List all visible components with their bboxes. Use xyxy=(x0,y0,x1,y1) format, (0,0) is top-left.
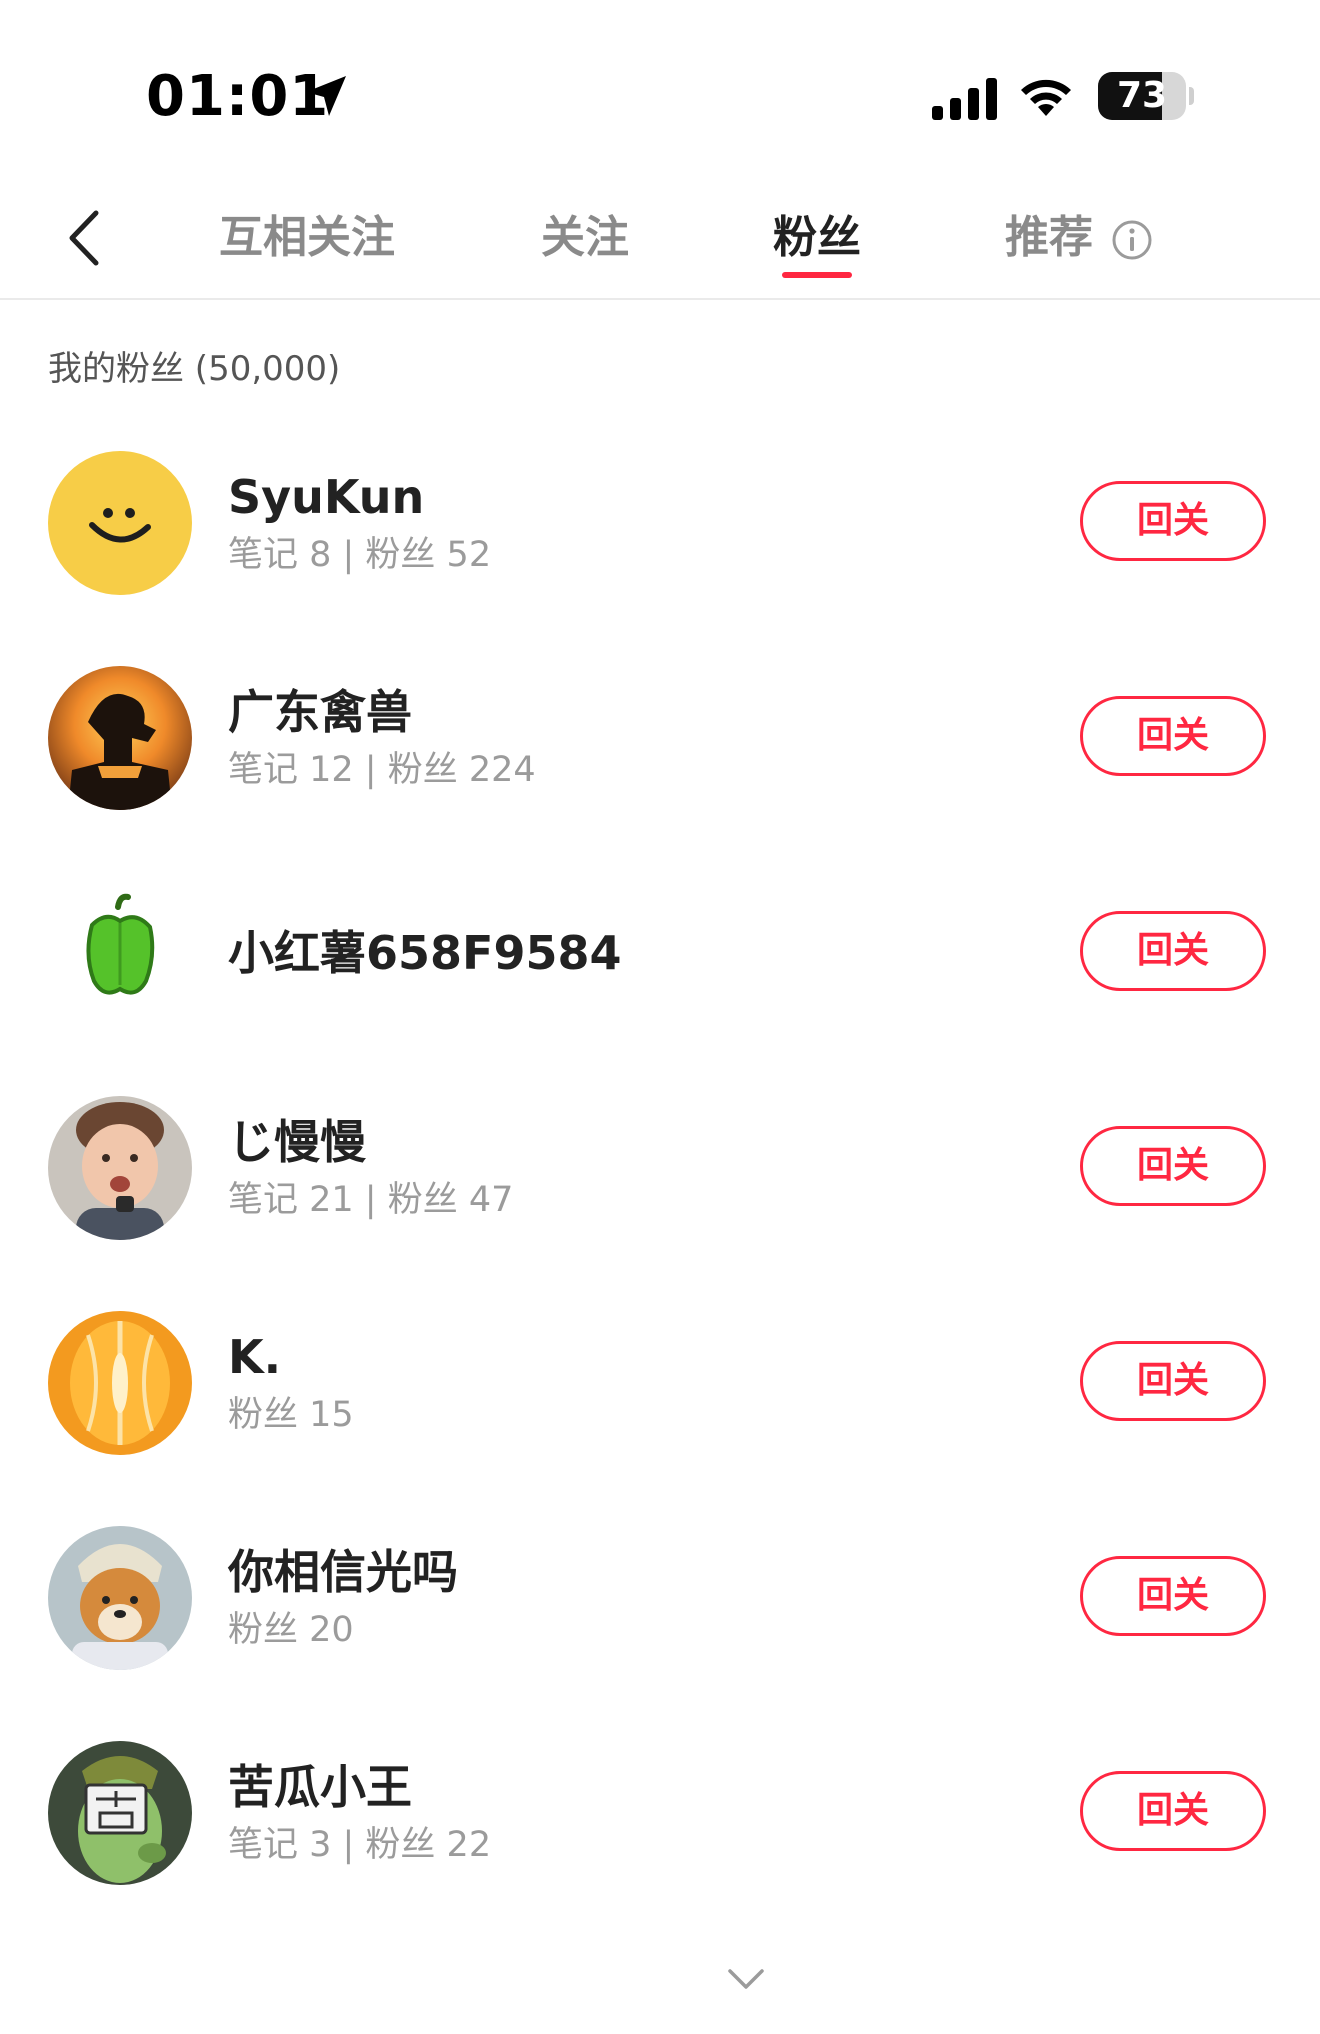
bitter-melon-cartoon-avatar[interactable] xyxy=(48,1741,192,1885)
list-item[interactable]: じ慢慢 笔记 21 | 粉丝 47 回关 xyxy=(0,1060,1320,1275)
tab-following[interactable]: 关注 xyxy=(532,202,638,274)
chevron-left-icon xyxy=(69,210,99,266)
user-name[interactable]: 广东禽兽 xyxy=(228,682,412,742)
user-name[interactable]: じ慢慢 xyxy=(228,1112,366,1172)
orange-fruit-avatar[interactable] xyxy=(48,1311,192,1455)
status-bar: 01:01 73 xyxy=(0,0,1320,170)
battery-tip xyxy=(1189,87,1194,105)
location-arrow-icon xyxy=(306,76,346,116)
child-photo-avatar[interactable] xyxy=(48,1096,192,1240)
follow-back-button[interactable]: 回关 xyxy=(1080,1771,1266,1851)
user-stats: 笔记 21 | 粉丝 47 xyxy=(228,1180,514,1220)
tab-mutual-follow[interactable]: 互相关注 xyxy=(212,202,402,274)
user-name[interactable]: SyuKun xyxy=(228,467,424,527)
follow-back-button[interactable]: 回关 xyxy=(1080,1341,1266,1421)
fans-count-title: 我的粉丝 (50,000) xyxy=(48,349,341,389)
nav-bar: 互相关注 关注 粉丝 推荐 xyxy=(0,180,1320,300)
smiley-face-avatar[interactable] xyxy=(48,451,192,595)
follow-back-button[interactable]: 回关 xyxy=(1080,481,1266,561)
battery-indicator: 73 xyxy=(1098,72,1194,120)
user-name[interactable]: 你相信光吗 xyxy=(228,1542,458,1602)
follow-back-button[interactable]: 回关 xyxy=(1080,1126,1266,1206)
follower-list: SyuKun 笔记 8 | 粉丝 52 回关 广东禽兽 笔记 12 | 粉丝 2… xyxy=(0,415,1320,1920)
user-stats: 粉丝 15 xyxy=(228,1395,354,1435)
user-name[interactable]: 小红薯658F9584 xyxy=(228,923,621,983)
list-item[interactable]: 苦瓜小王 笔记 3 | 粉丝 22 回关 xyxy=(0,1705,1320,1920)
tab-fans[interactable]: 粉丝 xyxy=(764,202,870,274)
battery-body: 73 xyxy=(1098,72,1186,120)
wifi-icon xyxy=(1021,79,1071,116)
cellular-signal-icon xyxy=(932,78,997,120)
back-button[interactable] xyxy=(52,202,116,274)
sunset-silhouette-avatar[interactable] xyxy=(48,666,192,810)
tab-recommend[interactable]: 推荐 xyxy=(996,202,1102,274)
chevron-down-icon[interactable] xyxy=(726,1966,766,1992)
list-item[interactable]: 广东禽兽 笔记 12 | 粉丝 224 回关 xyxy=(0,630,1320,845)
list-item[interactable]: K. 粉丝 15 回关 xyxy=(0,1275,1320,1490)
list-item[interactable]: SyuKun 笔记 8 | 粉丝 52 回关 xyxy=(0,415,1320,630)
list-item[interactable]: 小红薯658F9584 回关 xyxy=(0,845,1320,1060)
user-stats: 笔记 3 | 粉丝 22 xyxy=(228,1825,492,1865)
follow-back-button[interactable]: 回关 xyxy=(1080,1556,1266,1636)
shiba-dog-avatar[interactable] xyxy=(48,1526,192,1670)
green-pepper-avatar[interactable] xyxy=(48,881,192,1025)
user-stats: 笔记 8 | 粉丝 52 xyxy=(228,535,492,575)
follow-back-button[interactable]: 回关 xyxy=(1080,911,1266,991)
battery-level-text: 73 xyxy=(1116,75,1168,116)
user-name[interactable]: K. xyxy=(228,1327,281,1387)
user-stats: 粉丝 20 xyxy=(228,1610,354,1650)
user-name[interactable]: 苦瓜小王 xyxy=(228,1757,412,1817)
follow-back-button[interactable]: 回关 xyxy=(1080,696,1266,776)
list-item[interactable]: 你相信光吗 粉丝 20 回关 xyxy=(0,1490,1320,1705)
user-stats: 笔记 12 | 粉丝 224 xyxy=(228,750,536,790)
info-icon[interactable] xyxy=(1110,218,1154,262)
active-tab-indicator xyxy=(782,272,852,278)
